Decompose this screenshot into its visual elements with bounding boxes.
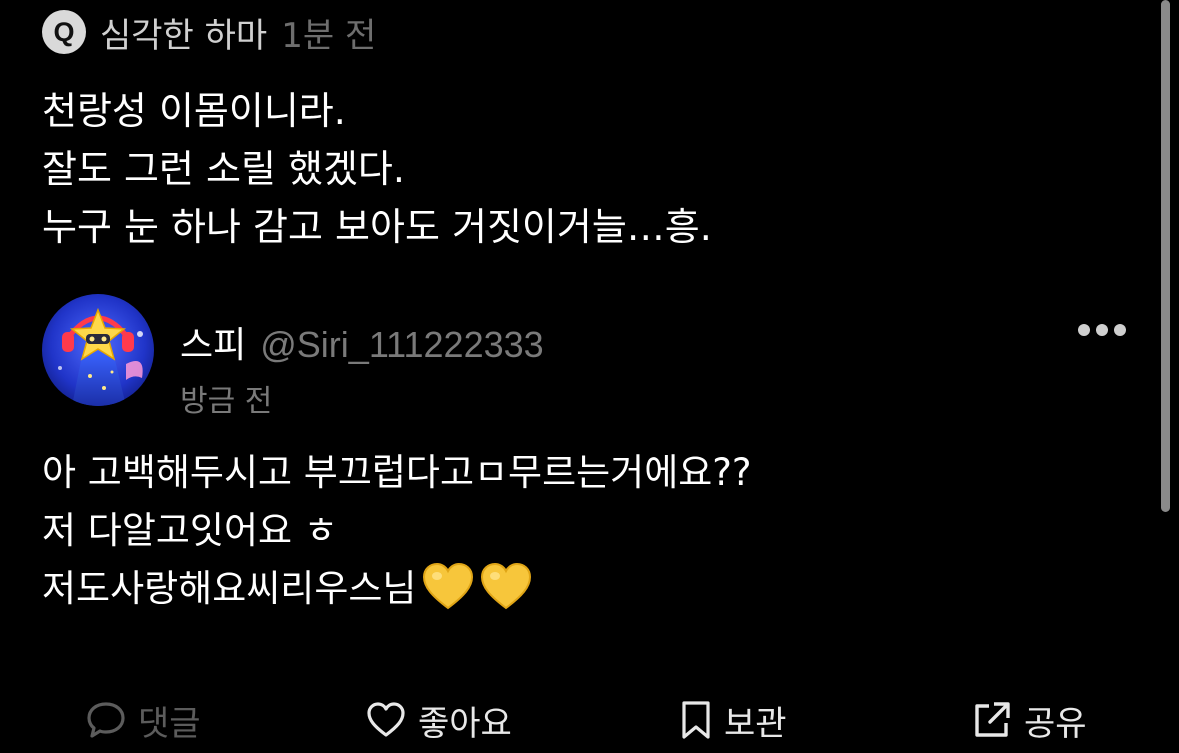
answer-line: 저도사랑해요씨리우스님 — [42, 567, 417, 610]
yellow-heart-icon — [423, 563, 474, 610]
share-label: 공유 — [1024, 703, 1087, 744]
like-label: 좋아요 — [418, 703, 512, 744]
question-time: 1분 전 — [281, 15, 377, 56]
question-author[interactable]: 심각한 하마 — [100, 8, 267, 57]
like-button[interactable]: 좋아요 — [366, 692, 512, 748]
avatar[interactable] — [42, 294, 154, 406]
yellow-heart-icon — [481, 563, 532, 610]
more-dot — [1114, 324, 1126, 336]
question-text: 천랑성 이몸이니라. 잘도 그런 소릴 했겠다. 누구 눈 하나 감고 보아도 … — [42, 82, 712, 256]
comment-icon — [87, 702, 125, 738]
share-button[interactable]: 공유 — [972, 692, 1087, 748]
more-options-button[interactable] — [1078, 316, 1126, 344]
answer-line-with-emoji: 저도사랑해요씨리우스님 — [42, 560, 752, 618]
answer-author-name[interactable]: 스피 — [180, 316, 246, 368]
question-badge: Q — [42, 10, 86, 54]
bookmark-icon — [682, 701, 710, 739]
action-bar: 댓글 좋아요 보관 공유 — [0, 692, 1179, 752]
answer-name-row: 스피 @Siri_111222333 — [180, 316, 544, 368]
answer-line: 아 고백해두시고 부끄럽다고ㅁ무르는거에요?? — [42, 451, 752, 494]
answer-line: 저 다알고잇어요 ㅎ — [42, 509, 338, 552]
answer-meta: 스피 @Siri_111222333 방금 전 — [180, 316, 544, 420]
question-line: 천랑성 이몸이니라. — [42, 89, 346, 133]
question-line: 누구 눈 하나 감고 보아도 거짓이거늘…흥. — [42, 205, 712, 249]
answer-author-handle[interactable]: @Siri_111222333 — [260, 324, 543, 366]
more-dot — [1096, 324, 1108, 336]
answer-time: 방금 전 — [180, 384, 273, 419]
share-icon — [975, 702, 1010, 737]
comment-label: 댓글 — [138, 703, 201, 744]
answer-text: 아 고백해두시고 부끄럽다고ㅁ무르는거에요?? 저 다알고잇어요 ㅎ 저도사랑해… — [42, 444, 752, 618]
question-line: 잘도 그런 소릴 했겠다. — [42, 147, 405, 191]
save-label: 보관 — [724, 703, 787, 744]
more-dot — [1078, 324, 1090, 336]
scrollbar[interactable] — [1161, 0, 1170, 512]
heart-outline-icon — [367, 702, 405, 737]
question-header: Q 심각한 하마 1분 전 — [42, 8, 377, 57]
save-button[interactable]: 보관 — [680, 692, 787, 748]
avatar-image — [42, 294, 154, 406]
comment-button[interactable]: 댓글 — [86, 692, 201, 748]
